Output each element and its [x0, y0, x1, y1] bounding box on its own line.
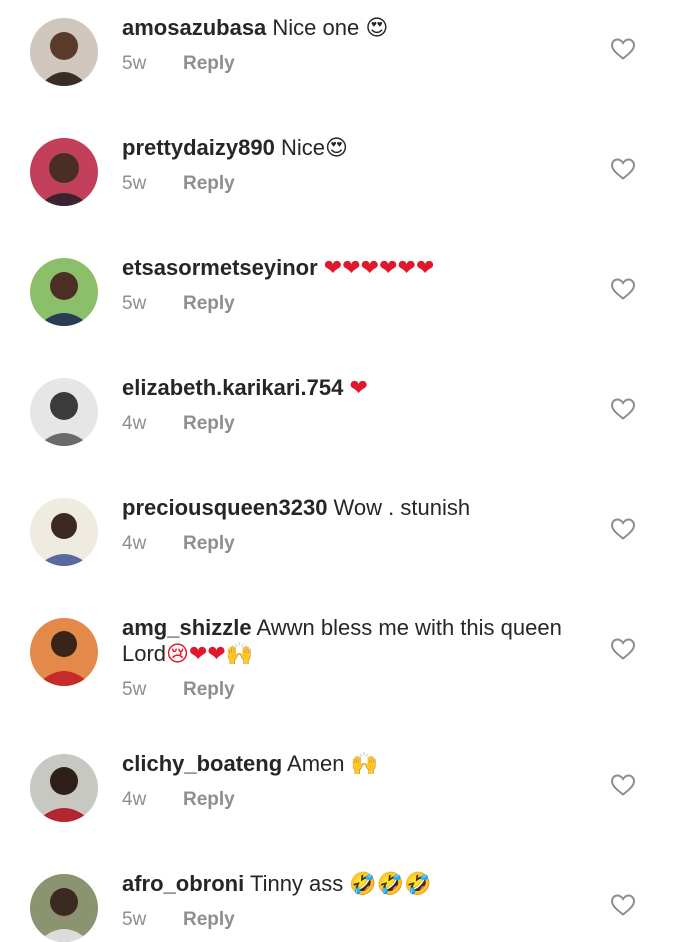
comment-time: 4w — [122, 789, 147, 810]
comment-text: amosazubasa Nice one 😍 — [122, 15, 592, 42]
reply-button[interactable]: Reply — [183, 173, 235, 194]
heart-outline-icon[interactable] — [610, 397, 636, 421]
reply-button[interactable]: Reply — [183, 53, 235, 74]
comment-text: amg_shizzle Awwn bless me with this quee… — [122, 615, 592, 668]
comment-body-continued: Lord — [122, 641, 167, 666]
comment-time: 4w — [122, 413, 147, 434]
heart-outline-icon[interactable] — [610, 893, 636, 917]
comment-meta: 5w Reply — [122, 53, 235, 75]
comment-text: elizabeth.karikari.754 ❤ — [122, 375, 592, 402]
comment-emoji: 🙌 — [350, 752, 379, 777]
avatar[interactable] — [30, 498, 98, 566]
comment-username[interactable]: amosazubasa — [122, 15, 266, 40]
comment-text: afro_obroni Tinny ass 🤣🤣🤣 — [122, 871, 592, 898]
avatar[interactable] — [30, 18, 98, 86]
comment-meta: 4w Reply — [122, 789, 235, 811]
heart-outline-icon[interactable] — [610, 157, 636, 181]
comment-time: 4w — [122, 533, 147, 554]
comment-body: Tinny ass — [244, 871, 350, 896]
comment-username[interactable]: preciousqueen3230 — [122, 495, 327, 520]
comment-emoji: 😢❤❤🙌 — [166, 642, 254, 667]
comment-text: clichy_boateng Amen 🙌 — [122, 751, 592, 778]
avatar[interactable] — [30, 874, 98, 942]
heart-outline-icon[interactable] — [610, 517, 636, 541]
heart-outline-icon[interactable] — [610, 773, 636, 797]
comment-text: etsasormetseyinor ❤❤❤❤❤❤ — [122, 255, 592, 282]
reply-button[interactable]: Reply — [183, 679, 235, 700]
comment-emoji: 🤣🤣🤣 — [349, 872, 432, 897]
comment-time: 5w — [122, 293, 147, 314]
reply-button[interactable]: Reply — [183, 533, 235, 554]
avatar[interactable] — [30, 258, 98, 326]
comment-meta: 4w Reply — [122, 533, 235, 555]
comment-emoji: ❤ — [349, 376, 368, 401]
comment-body: Awwn bless me with this queen — [251, 615, 562, 640]
comment-meta: 4w Reply — [122, 413, 235, 435]
reply-button[interactable]: Reply — [183, 293, 235, 314]
comment-emoji: ❤❤❤❤❤❤ — [323, 256, 435, 281]
comment-meta: 5w Reply — [122, 909, 235, 931]
comment-body: Nice one — [266, 15, 366, 40]
comment-text: preciousqueen3230 Wow . stunish — [122, 495, 592, 522]
comment-meta: 5w Reply — [122, 679, 235, 701]
heart-outline-icon[interactable] — [610, 37, 636, 61]
comment-time: 5w — [122, 679, 147, 700]
comment-username[interactable]: elizabeth.karikari.754 — [122, 375, 343, 400]
comment-emoji: 😍 — [365, 16, 389, 41]
comment-body: Amen — [282, 751, 351, 776]
comment-time: 5w — [122, 909, 147, 930]
comment-meta: 5w Reply — [122, 293, 235, 315]
comment-time: 5w — [122, 173, 147, 194]
comment-username[interactable]: amg_shizzle — [122, 615, 252, 640]
heart-outline-icon[interactable] — [610, 637, 636, 661]
comment-text: prettydaizy890 Nice😍 — [122, 135, 592, 162]
comment-username[interactable]: etsasormetseyinor — [122, 255, 318, 280]
avatar[interactable] — [30, 618, 98, 686]
avatar[interactable] — [30, 378, 98, 446]
comment-username[interactable]: clichy_boateng — [122, 751, 282, 776]
comment-username[interactable]: afro_obroni — [122, 871, 244, 896]
avatar[interactable] — [30, 754, 98, 822]
comment-body: Nice — [274, 135, 325, 160]
avatar[interactable] — [30, 138, 98, 206]
reply-button[interactable]: Reply — [183, 909, 235, 930]
reply-button[interactable]: Reply — [183, 789, 235, 810]
heart-outline-icon[interactable] — [610, 277, 636, 301]
comment-meta: 5w Reply — [122, 173, 235, 195]
comment-emoji: 😍 — [324, 136, 348, 161]
comment-body: Wow . stunish — [327, 495, 471, 520]
comment-time: 5w — [122, 53, 147, 74]
reply-button[interactable]: Reply — [183, 413, 235, 434]
comment-username[interactable]: prettydaizy890 — [122, 135, 275, 160]
